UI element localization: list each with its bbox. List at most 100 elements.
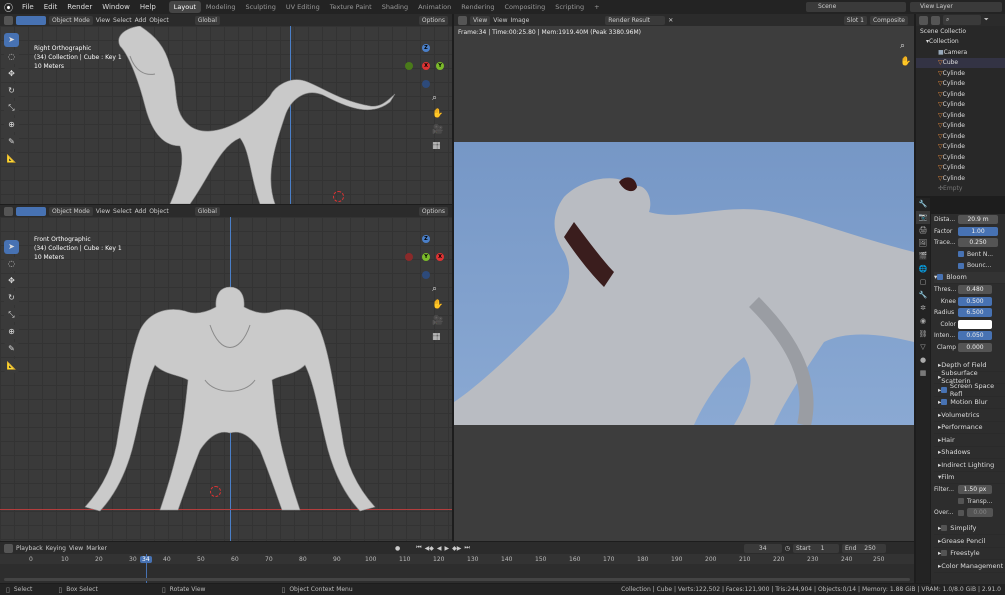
outliner-item[interactable]: ▽ Cube [916, 57, 1005, 68]
outliner-item[interactable]: ▽ Cylinde [916, 163, 1005, 174]
mode-dropdown[interactable]: Object Mode [49, 15, 93, 25]
select-box-icon[interactable] [16, 15, 46, 25]
pan-hand-icon[interactable]: ✋ [900, 54, 911, 70]
select-tool-icon[interactable]: ➤ [4, 240, 19, 254]
gizmo-neg-z-icon[interactable] [422, 80, 430, 88]
blender-logo-icon[interactable]: ⦿ [0, 1, 17, 14]
scene-selector[interactable]: Scene [806, 2, 906, 12]
clock-icon[interactable]: ◷ [785, 545, 790, 552]
image-selector[interactable]: Render Result [605, 15, 666, 25]
data-tab-icon[interactable]: ▽ [916, 341, 930, 354]
editor-type-icon[interactable] [458, 15, 467, 25]
trace-field[interactable]: 0.250 [958, 238, 998, 248]
intensity-field[interactable]: 0.050 [958, 331, 992, 341]
outliner-item[interactable]: ▽ Cylinde [916, 110, 1005, 121]
outliner-item[interactable]: ▽ Cylinde [916, 68, 1005, 79]
filter-size-field[interactable]: 1.50 px [958, 485, 992, 495]
measure-tool-icon[interactable]: 📐 [4, 152, 19, 166]
annotate-tool-icon[interactable]: ✎ [4, 342, 19, 356]
mode-dropdown[interactable]: Object Mode [49, 206, 93, 216]
ortho-grid-icon[interactable]: ▦ [432, 138, 443, 154]
editor-type-icon[interactable] [4, 543, 13, 553]
image-editor-area[interactable]: Frame:34 | Time:00:25.80 | Mem:1919.40M … [454, 26, 914, 541]
timeline-scrollbar[interactable] [4, 578, 910, 581]
world-tab-icon[interactable]: 🌐 [916, 263, 930, 276]
cursor-tool-icon[interactable]: ◌ [4, 50, 19, 64]
threshold-field[interactable]: 0.480 [958, 285, 992, 295]
menu-marker[interactable]: Marker [86, 545, 107, 552]
bloom-color-swatch[interactable] [958, 319, 992, 329]
viewport-right-ortho[interactable]: ➤ ◌ ✥ ↻ ⤡ ⊕ ✎ 📐 Right Orthographic (34) … [0, 26, 452, 204]
measure-tool-icon[interactable]: 📐 [4, 359, 19, 373]
gizmo-neg-z-icon[interactable] [422, 271, 430, 279]
menu-add[interactable]: Add [135, 17, 147, 24]
navigation-gizmo[interactable]: Z Y X [402, 235, 448, 285]
outliner-item[interactable]: ▽ Cylinde [916, 121, 1005, 132]
clamp-field[interactable]: 0.000 [958, 342, 992, 352]
bounces-checkbox[interactable]: Bounc... [934, 260, 1005, 272]
menu-select[interactable]: Select [113, 208, 132, 215]
indirect-lighting-section[interactable]: ▸ Indirect Lighting [934, 459, 1005, 472]
scene-tab-icon[interactable]: 🎬 [916, 250, 930, 263]
current-frame-marker[interactable]: 34 [140, 556, 152, 563]
viewport-front-ortho[interactable]: ➤ ◌ ✥ ↻ ⤡ ⊕ ✎ 📐 Front Orthographic (34) … [0, 217, 452, 541]
constraints-tab-icon[interactable]: ⛓ [916, 328, 930, 341]
zoom-icon[interactable]: ⌕ [432, 281, 443, 297]
zoom-icon[interactable]: ⌕ [900, 38, 911, 54]
gizmo-y-icon[interactable]: Y [422, 253, 430, 261]
simplify-section[interactable]: ▸ Simplify [934, 523, 1005, 535]
play-icon[interactable]: ▶ [444, 545, 449, 552]
rotate-tool-icon[interactable]: ↻ [4, 291, 19, 305]
close-image-icon[interactable]: ✕ [668, 17, 673, 24]
menu-edit[interactable]: Edit [39, 3, 63, 11]
menu-file[interactable]: File [17, 3, 39, 11]
prev-key-icon[interactable]: ◀◆ [425, 545, 434, 552]
bent-normals-checkbox[interactable]: Bent N... [934, 249, 1005, 261]
texture-tab-icon[interactable]: ▦ [916, 367, 930, 380]
tab-modeling[interactable]: Modeling [201, 1, 241, 13]
menu-view[interactable]: View [96, 208, 110, 215]
radius-field[interactable]: 6.500 [958, 308, 992, 318]
outliner-search-input[interactable]: ⌕ [943, 15, 981, 25]
tab-layout[interactable]: Layout [168, 1, 201, 13]
filter-icon[interactable]: ⏷ [984, 16, 989, 24]
editor-type-icon[interactable] [919, 15, 928, 25]
view-layer-tab-icon[interactable]: 🖼 [916, 237, 930, 250]
annotate-tool-icon[interactable]: ✎ [4, 135, 19, 149]
gizmo-x-icon[interactable]: X [436, 253, 444, 261]
outliner-scene-collection[interactable]: Scene Collectio [916, 26, 1005, 37]
tab-sculpting[interactable]: Sculpting [240, 1, 280, 13]
freestyle-section[interactable]: ▸ Freestyle [934, 548, 1005, 560]
tab-shading[interactable]: Shading [377, 1, 413, 13]
grease-pencil-section[interactable]: ▸ Grease Pencil [934, 535, 1005, 548]
tool-tab-icon[interactable]: 🔧 [916, 198, 930, 211]
outliner-item[interactable]: ▽ Cylinde [916, 79, 1005, 90]
gizmo-z-icon[interactable]: Z [422, 44, 430, 52]
physics-tab-icon[interactable]: ◉ [916, 315, 930, 328]
add-workspace-button[interactable]: + [589, 1, 604, 13]
menu-add[interactable]: Add [135, 208, 147, 215]
bloom-section[interactable]: ▾ Bloom [934, 271, 1005, 284]
render-tab-icon[interactable]: 📷 [916, 211, 930, 224]
factor-field[interactable]: 1.00 [958, 226, 998, 236]
hair-section[interactable]: ▸ Hair [934, 434, 1005, 447]
distance-field[interactable]: 20.9 m [958, 215, 998, 225]
menu-render[interactable]: Render [62, 3, 97, 11]
rotate-tool-icon[interactable]: ↻ [4, 84, 19, 98]
pan-hand-icon[interactable]: ✋ [432, 106, 443, 122]
select-box-icon[interactable] [16, 206, 46, 216]
output-tab-icon[interactable]: 🖨 [916, 224, 930, 237]
film-section[interactable]: ▾ Film [934, 472, 1005, 484]
editor-type-icon[interactable] [4, 206, 13, 216]
menu-image[interactable]: Image [511, 17, 530, 24]
slot-dropdown[interactable]: Slot 1 [843, 15, 867, 25]
outliner-item[interactable]: ▽ Cylinde [916, 89, 1005, 100]
transform-tool-icon[interactable]: ⊕ [4, 325, 19, 339]
gizmo-x-icon[interactable]: X [422, 62, 430, 70]
options-dropdown[interactable]: Options [418, 15, 448, 25]
modifier-tab-icon[interactable]: 🔧 [916, 289, 930, 302]
display-mode-icon[interactable] [931, 15, 940, 25]
menu-select[interactable]: Select [113, 17, 132, 24]
overscan-field[interactable]: 0.00 [967, 508, 993, 518]
menu-help[interactable]: Help [135, 3, 161, 11]
